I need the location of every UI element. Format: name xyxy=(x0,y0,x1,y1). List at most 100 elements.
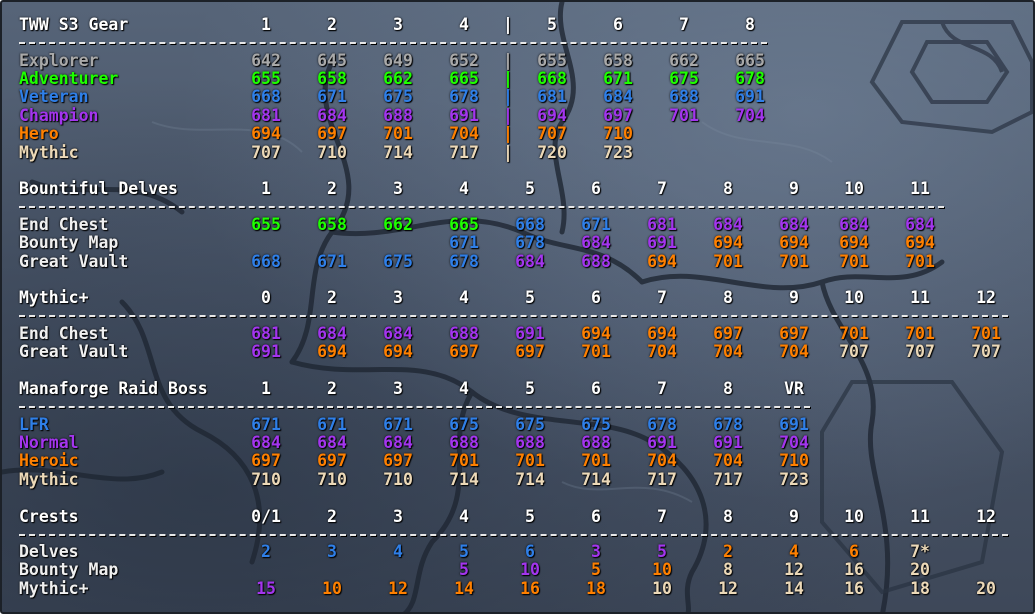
gear-ilvl-cell: 704 xyxy=(449,124,479,143)
value-cell: 5 xyxy=(459,542,469,561)
value-cell: 694 xyxy=(581,324,611,343)
value-cell: 710 xyxy=(779,451,809,470)
value-cell: 668 xyxy=(515,215,545,234)
value-cell: 684 xyxy=(839,215,869,234)
value-cell: 694 xyxy=(647,252,677,271)
value-cell: 694 xyxy=(383,342,413,361)
value-cell: 675 xyxy=(383,252,413,271)
row-label: Bounty Map xyxy=(19,560,119,579)
value-cell: 710 xyxy=(383,470,413,489)
value-cell: 681 xyxy=(647,215,677,234)
value-cell: 671 xyxy=(317,415,347,434)
value-cell: 707 xyxy=(905,342,935,361)
value-cell: 707 xyxy=(971,342,1001,361)
value-cell: 697 xyxy=(713,324,743,343)
column-header-gear: 7 xyxy=(679,15,689,34)
overlay-window: TWW S3 Gear 1 2 3 4 | 5 6 7 8 Explorer 642 645 649 652… xyxy=(0,0,1035,614)
gear-ilvl-cell: 668 xyxy=(251,87,281,106)
value-cell: 18 xyxy=(910,579,930,598)
column-header-gear: | xyxy=(503,15,513,34)
value-cell: 10 xyxy=(652,560,672,579)
gear-ilvl-cell: 668 xyxy=(537,69,567,88)
gear-ilvl-cell: 688 xyxy=(669,87,699,106)
column-header-gear: 2 xyxy=(327,15,337,34)
value-cell: 704 xyxy=(779,433,809,452)
gear-ilvl-cell: 665 xyxy=(735,51,765,70)
column-header-delves: 9 xyxy=(789,179,799,198)
value-cell: 675 xyxy=(515,415,545,434)
column-header-crests: 12 xyxy=(976,507,996,526)
value-cell: 10 xyxy=(520,560,540,579)
value-cell: 688 xyxy=(581,252,611,271)
value-cell: 678 xyxy=(647,415,677,434)
value-cell: 701 xyxy=(713,252,743,271)
value-cell: 694 xyxy=(905,233,935,252)
column-header-crests: 10 xyxy=(844,507,864,526)
value-cell: 691 xyxy=(713,433,743,452)
value-cell: 15 xyxy=(256,579,276,598)
value-cell: 655 xyxy=(251,215,281,234)
value-cell: 688 xyxy=(515,433,545,452)
value-cell: 704 xyxy=(647,342,677,361)
gear-ilvl-cell: 684 xyxy=(317,106,347,125)
gear-ilvl-cell: 645 xyxy=(317,51,347,70)
value-cell: 6 xyxy=(849,542,859,561)
value-cell: 671 xyxy=(383,415,413,434)
gear-ilvl-cell: 697 xyxy=(317,124,347,143)
column-header-delves: 3 xyxy=(393,179,403,198)
value-cell: 678 xyxy=(449,252,479,271)
section-divider-line xyxy=(19,534,1008,536)
value-cell: 12 xyxy=(784,560,804,579)
track-divider: | xyxy=(503,51,513,70)
section-divider-line xyxy=(19,315,1008,317)
column-header-mythicplus: 9 xyxy=(789,288,799,307)
gear-ilvl-cell: 684 xyxy=(603,87,633,106)
value-cell: 675 xyxy=(449,415,479,434)
gear-ilvl-cell: 655 xyxy=(537,51,567,70)
gear-ilvl-cell: 678 xyxy=(735,69,765,88)
value-cell: 7* xyxy=(910,542,930,561)
gear-ilvl-cell: 694 xyxy=(251,124,281,143)
value-cell: 701 xyxy=(449,451,479,470)
value-cell: 5 xyxy=(657,542,667,561)
value-cell: 704 xyxy=(779,342,809,361)
column-header-raid: 8 xyxy=(723,379,733,398)
row-label: Mythic+ xyxy=(19,579,89,598)
gear-ilvl-cell: 720 xyxy=(537,143,567,162)
value-cell: 684 xyxy=(905,215,935,234)
value-cell: 701 xyxy=(839,252,869,271)
value-cell: 684 xyxy=(713,215,743,234)
gear-ilvl-cell: 658 xyxy=(603,51,633,70)
section-divider-line xyxy=(19,406,810,408)
gear-ilvl-cell: 710 xyxy=(603,124,633,143)
value-cell: 701 xyxy=(905,252,935,271)
value-cell: 671 xyxy=(251,415,281,434)
value-cell: 691 xyxy=(779,415,809,434)
value-cell: 701 xyxy=(581,451,611,470)
value-cell: 10 xyxy=(322,579,342,598)
gear-ilvl-cell: 671 xyxy=(317,87,347,106)
value-cell: 691 xyxy=(251,342,281,361)
value-cell: 701 xyxy=(515,451,545,470)
value-cell: 684 xyxy=(515,252,545,271)
value-cell: 662 xyxy=(383,215,413,234)
gear-ilvl-cell: 701 xyxy=(669,106,699,125)
value-cell: 684 xyxy=(581,233,611,252)
value-cell: 723 xyxy=(779,470,809,489)
row-label: Hero xyxy=(19,124,59,143)
section-title-gear: TWW S3 Gear xyxy=(19,15,129,34)
column-header-delves: 10 xyxy=(844,179,864,198)
value-cell: 691 xyxy=(515,324,545,343)
value-cell: 701 xyxy=(581,342,611,361)
value-cell: 694 xyxy=(317,342,347,361)
track-divider: | xyxy=(503,106,513,125)
gear-ilvl-cell: 694 xyxy=(537,106,567,125)
row-label: Adventurer xyxy=(19,69,119,88)
value-cell: 694 xyxy=(839,233,869,252)
value-cell: 697 xyxy=(383,451,413,470)
value-cell: 20 xyxy=(976,579,996,598)
value-cell: 688 xyxy=(581,433,611,452)
row-label: End Chest xyxy=(19,215,109,234)
column-header-mythicplus: 10 xyxy=(844,288,864,307)
column-header-mythicplus: 4 xyxy=(459,288,469,307)
